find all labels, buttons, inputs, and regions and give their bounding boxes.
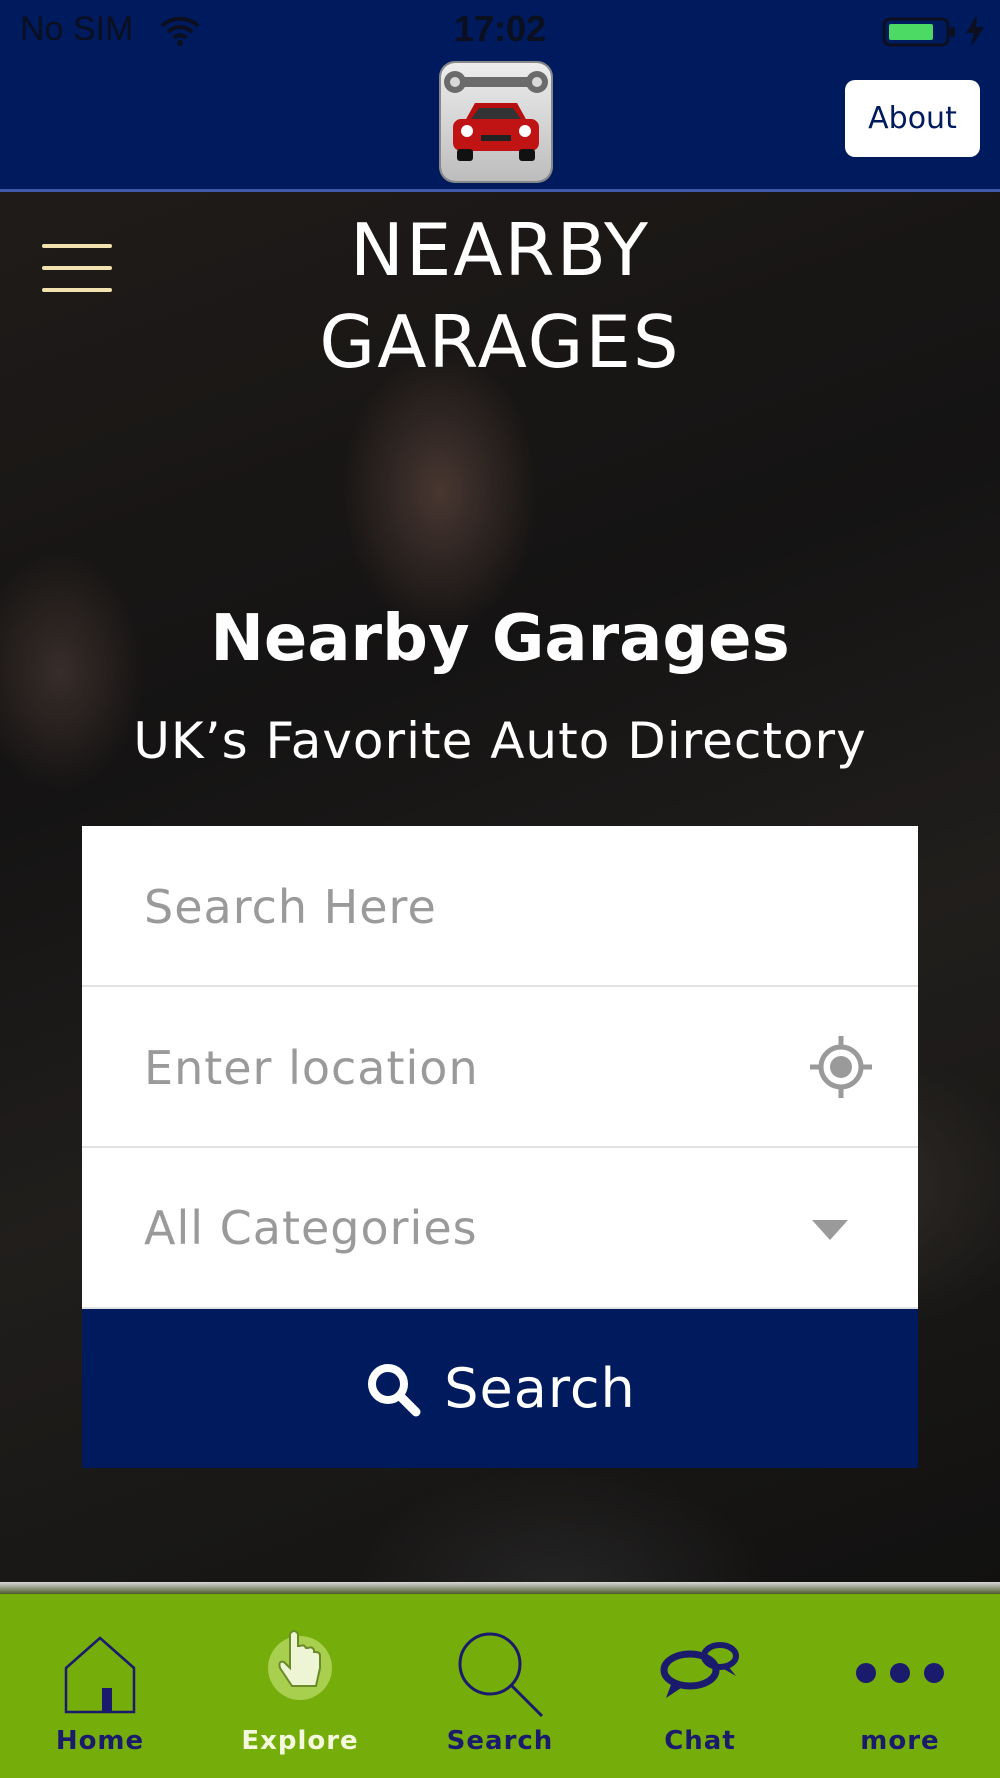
status-time: 17:02 xyxy=(453,8,547,49)
nav-item-search[interactable]: Search xyxy=(400,1594,600,1778)
page-title: NEARBY GARAGES xyxy=(0,204,1000,388)
category-selected-value: All Categories xyxy=(144,1201,478,1255)
about-button[interactable]: About xyxy=(845,80,980,157)
chevron-down-icon xyxy=(812,1220,848,1240)
nav-label-more: more xyxy=(860,1726,940,1756)
nav-label-explore: Explore xyxy=(241,1726,359,1756)
magnifier-icon xyxy=(458,1632,544,1718)
pointer-hand-icon xyxy=(268,1630,332,1700)
search-button[interactable]: Search xyxy=(82,1309,918,1468)
page-title-line-2: GARAGES xyxy=(319,300,681,384)
nav-label-home: Home xyxy=(55,1726,145,1756)
nav-item-chat[interactable]: Chat xyxy=(600,1594,800,1778)
category-select[interactable]: All Categories xyxy=(82,1148,918,1309)
location-input[interactable] xyxy=(144,987,784,1148)
locate-me-icon[interactable] xyxy=(808,1034,874,1100)
search-field xyxy=(82,826,918,987)
nav-item-more[interactable]: more xyxy=(800,1594,1000,1778)
search-icon xyxy=(368,1363,421,1416)
search-button-label: Search xyxy=(444,1357,636,1420)
location-field xyxy=(82,987,918,1148)
nav-item-explore[interactable]: Explore xyxy=(200,1594,400,1778)
nav-divider xyxy=(0,1582,1000,1594)
nav-item-home[interactable]: Home xyxy=(0,1594,200,1778)
search-form: All Categories Search xyxy=(82,826,918,1468)
nav-label-chat: Chat xyxy=(664,1726,736,1756)
hero-section: NEARBY GARAGES Nearby Garages UK’s Favor… xyxy=(0,192,1000,1582)
hero-subtitle: UK’s Favorite Auto Directory xyxy=(133,712,867,770)
nav-label-search: Search xyxy=(446,1726,554,1756)
search-input[interactable] xyxy=(144,826,784,987)
hero-heading: Nearby Garages xyxy=(210,602,790,676)
app-logo xyxy=(441,63,551,181)
home-icon xyxy=(64,1636,136,1714)
top-bar: No SIM 17:02 About xyxy=(0,0,1000,192)
page-title-line-1: NEARBY xyxy=(349,208,651,292)
battery-icon xyxy=(882,17,955,47)
bottom-nav: Home Explore Search Chat more xyxy=(0,1594,1000,1778)
chat-bubbles-icon xyxy=(660,1642,739,1698)
more-dots-icon xyxy=(856,1663,944,1683)
wrench-car-logo-icon xyxy=(444,71,548,161)
charging-bolt-icon xyxy=(966,15,984,47)
